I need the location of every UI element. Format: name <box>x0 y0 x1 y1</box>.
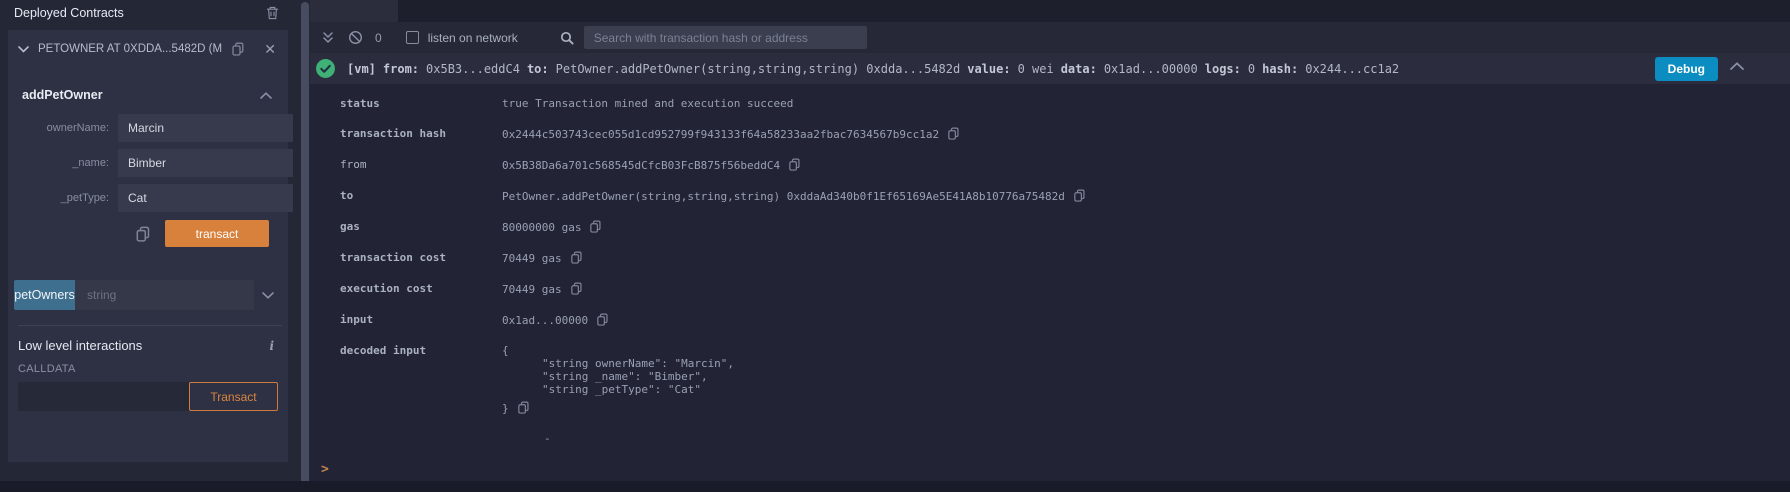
terminal-prompt[interactable]: > <box>321 462 329 477</box>
arg-input-ownername[interactable] <box>118 114 293 142</box>
copy-icon[interactable] <box>596 313 609 326</box>
tx-detail-row: toPetOwner.addPetOwner(string,string,str… <box>310 189 1790 203</box>
copy-icon[interactable] <box>231 42 245 56</box>
tx-detail-label: gas <box>340 220 502 233</box>
arg-input-name[interactable] <box>118 149 293 177</box>
tx-detail-value: 0x5B38Da6a701c568545dCfcB03FcB875f56bedd… <box>502 158 801 172</box>
tx-detail-label: to <box>340 189 502 202</box>
function-section: addPetOwner ownerName: _name: <box>8 66 288 247</box>
petowners-button[interactable]: petOwners <box>14 280 75 310</box>
close-icon[interactable]: ✕ <box>264 42 276 56</box>
listen-on-network-label: listen on network <box>428 31 518 45</box>
tx-detail-value: 70449 gas <box>502 251 583 265</box>
terminal-top-band <box>310 0 1790 22</box>
tx-detail-row: transaction hash0x2444c503743cec055d1cd9… <box>310 127 1790 141</box>
tx-detail-value: {"string ownerName": "Marcin","string _n… <box>502 344 734 415</box>
debug-button[interactable]: Debug <box>1655 57 1718 81</box>
panel-scrollbar-track <box>296 0 310 492</box>
getter-row: petOwners <box>14 280 274 310</box>
tx-detail-row: - <box>310 432 1790 445</box>
tx-detail-value: true Transaction mined and execution suc… <box>502 97 793 110</box>
low-level-interactions: Low level interactions i CALLDATA Transa… <box>8 326 288 411</box>
success-check-icon <box>315 58 336 79</box>
panel-scrollbar-thumb[interactable] <box>301 2 309 488</box>
terminal-panel: 0 listen on network [vm] from:0x5B3...ed… <box>310 0 1790 492</box>
terminal-toolbar: 0 listen on network <box>310 22 1790 53</box>
calldata-input[interactable] <box>18 382 189 411</box>
copy-icon[interactable] <box>135 226 151 242</box>
tx-detail-row: execution cost70449 gas <box>310 282 1790 296</box>
tx-detail-row: input0x1ad...00000 <box>310 313 1790 327</box>
tx-detail-label: input <box>340 313 502 326</box>
tx-detail-label: from <box>340 158 502 171</box>
arg-label: _name: <box>22 157 118 169</box>
tx-detail-row: from0x5B38Da6a701c568545dCfcB03FcB875f56… <box>310 158 1790 172</box>
tx-detail-label: execution cost <box>340 282 502 295</box>
terminal-search-input[interactable] <box>584 26 867 49</box>
function-name: addPetOwner <box>22 88 103 102</box>
deployed-contracts-panel: Deployed Contracts PETOWNER AT 0XDDA...5… <box>0 0 296 492</box>
bottom-edge-band <box>0 481 1790 492</box>
tx-detail-row: gas80000000 gas <box>310 220 1790 234</box>
copy-icon[interactable] <box>589 220 602 233</box>
transact-row: transact <box>22 220 274 247</box>
contract-instance-label: PETOWNER AT 0XDDA...5482D (MEM <box>38 43 222 55</box>
chevron-down-icon[interactable] <box>262 292 274 299</box>
copy-icon[interactable] <box>1073 189 1086 202</box>
arg-row: _petType: <box>22 184 274 212</box>
copy-icon[interactable] <box>570 251 583 264</box>
search-icon <box>560 31 574 45</box>
function-header[interactable]: addPetOwner <box>22 88 274 102</box>
tx-summary-text: [vm] from:0x5B3...eddC4 to:PetOwner.addP… <box>347 62 1399 76</box>
arg-label: ownerName: <box>22 122 118 134</box>
tx-detail-value: 70449 gas <box>502 282 583 296</box>
tx-detail-value: 0x2444c503743cec055d1cd952799f943133f64a… <box>502 127 960 141</box>
info-icon[interactable]: i <box>269 339 274 353</box>
arg-label: _petType: <box>22 192 118 204</box>
transact-button[interactable]: transact <box>165 220 269 247</box>
low-level-title: Low level interactions <box>18 338 142 353</box>
chevron-down-icon <box>18 46 29 53</box>
terminal-drag-handle[interactable] <box>310 0 398 22</box>
copy-icon[interactable] <box>517 401 530 414</box>
tx-detail-value: 80000000 gas <box>502 220 602 234</box>
tx-detail-value: PetOwner.addPetOwner(string,string,strin… <box>502 189 1086 203</box>
arg-row: ownerName: <box>22 114 274 142</box>
tx-detail-value: - <box>502 432 551 445</box>
tx-detail-value: 0x1ad...00000 <box>502 313 609 327</box>
petowners-arg-input[interactable] <box>75 280 254 310</box>
tx-detail-label: status <box>340 97 502 110</box>
tx-detail-row: statustrue Transaction mined and executi… <box>310 97 1790 110</box>
chevron-up-icon[interactable] <box>1730 62 1744 70</box>
low-level-transact-button[interactable]: Transact <box>189 382 278 411</box>
ban-icon[interactable] <box>348 30 363 45</box>
tx-detail-row: decoded input{"string ownerName": "Marci… <box>310 344 1790 415</box>
tx-detail-label: transaction hash <box>340 127 502 140</box>
deployed-contracts-header: Deployed Contracts <box>0 0 296 24</box>
panel-title: Deployed Contracts <box>14 6 124 20</box>
tx-detail-label: transaction cost <box>340 251 502 264</box>
copy-icon[interactable] <box>947 127 960 140</box>
tx-detail-label: decoded input <box>340 344 502 357</box>
arg-input-pettype[interactable] <box>118 184 293 212</box>
listen-on-network-checkbox[interactable] <box>406 31 419 44</box>
env-tag: [vm] <box>347 62 376 76</box>
function-args: ownerName: _name: _petType: <box>22 114 274 212</box>
calldata-label: CALLDATA <box>18 363 278 375</box>
trash-icon[interactable] <box>266 6 279 20</box>
collapse-terminal-icon[interactable] <box>322 31 334 44</box>
contract-instance-header[interactable]: PETOWNER AT 0XDDA...5482D (MEM ✕ <box>8 30 288 66</box>
arg-row: _name: <box>22 149 274 177</box>
tx-rows: statustrue Transaction mined and executi… <box>310 84 1790 462</box>
copy-icon[interactable] <box>788 158 801 171</box>
copy-icon[interactable] <box>570 282 583 295</box>
tx-summary-row[interactable]: [vm] from:0x5B3...eddC4 to:PetOwner.addP… <box>310 53 1790 84</box>
chevron-up-icon[interactable] <box>260 92 272 99</box>
tx-count: 0 <box>375 31 382 45</box>
tx-detail-row: transaction cost70449 gas <box>310 251 1790 265</box>
contract-instance-card: PETOWNER AT 0XDDA...5482D (MEM ✕ addPetO… <box>8 30 288 462</box>
remix-run-deploy-view: Deployed Contracts PETOWNER AT 0XDDA...5… <box>0 0 1790 492</box>
